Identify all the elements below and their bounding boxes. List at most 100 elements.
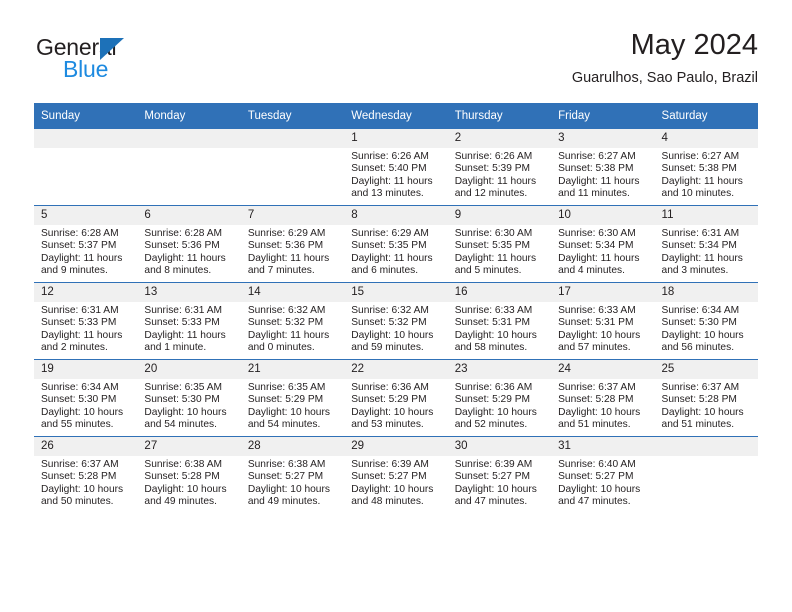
calendar-day-cell[interactable]: 24 Sunrise: 6:37 AM Sunset: 5:28 PM Dayligh… <box>551 359 655 437</box>
day-number: 12 <box>34 283 138 302</box>
day-details: Sunrise: 6:31 AM Sunset: 5:34 PM Daylight:… <box>655 225 758 278</box>
calendar-day-cell[interactable]: 30 Sunrise: 6:39 AM Sunset: 5:27 PM Dayligh… <box>447 436 552 513</box>
day-details: Sunrise: 6:26 AM Sunset: 5:39 PM Daylight:… <box>448 148 551 201</box>
daylight-text-line1: Daylight: 10 hours <box>661 329 744 341</box>
calendar-day-cell[interactable]: 21 Sunrise: 6:35 AM Sunset: 5:29 PM Dayligh… <box>240 359 345 437</box>
daylight-text-line1: Daylight: 10 hours <box>247 406 330 418</box>
calendar-day-cell[interactable]: 9 Sunrise: 6:30 AM Sunset: 5:35 PM Daylight… <box>447 205 552 283</box>
calendar-day-cell[interactable]: 3 Sunrise: 6:27 AM Sunset: 5:38 PM Daylight… <box>551 129 655 206</box>
calendar-day-cell[interactable]: 11 Sunrise: 6:31 AM Sunset: 5:34 PM Dayligh… <box>654 205 758 283</box>
sunrise-text: Sunrise: 6:27 AM <box>558 151 636 162</box>
calendar-day-cell[interactable]: 13 Sunrise: 6:31 AM Sunset: 5:33 PM Dayligh… <box>137 282 241 360</box>
calendar-day-cell[interactable]: 14 Sunrise: 6:32 AM Sunset: 5:32 PM Dayligh… <box>240 282 345 360</box>
day-number: 11 <box>654 206 758 225</box>
day-details: Sunrise: 6:40 AM Sunset: 5:27 PM Daylight:… <box>551 456 654 509</box>
sunrise-text: Sunrise: 6:38 AM <box>247 459 326 470</box>
calendar-day-cell[interactable]: 18 Sunrise: 6:34 AM Sunset: 5:30 PM Dayligh… <box>654 282 758 360</box>
sunset-text: Sunset: 5:29 PM <box>247 394 324 406</box>
calendar-day-cell[interactable]: 25 Sunrise: 6:37 AM Sunset: 5:28 PM Dayligh… <box>654 359 758 437</box>
weekday-header-friday: Friday <box>551 103 655 129</box>
daylight-text-line2: and 11 minutes. <box>558 188 630 200</box>
sunrise-text: Sunrise: 6:39 AM <box>454 459 533 470</box>
sunrise-text: Sunrise: 6:37 AM <box>661 382 740 393</box>
day-number: 18 <box>654 283 758 302</box>
calendar-day-cell[interactable]: 20 Sunrise: 6:35 AM Sunset: 5:30 PM Dayligh… <box>137 359 241 437</box>
sunset-text: Sunset: 5:29 PM <box>454 394 531 406</box>
daylight-text-line2: and 47 minutes. <box>454 496 528 508</box>
calendar-body: 1 Sunrise: 6:26 AM Sunset: 5:40 PM Daylight… <box>34 129 758 513</box>
day-number: 10 <box>551 206 655 225</box>
daylight-text-line2: and 13 minutes. <box>351 188 424 200</box>
calendar-day-cell[interactable]: 19 Sunrise: 6:34 AM Sunset: 5:30 PM Dayligh… <box>34 359 138 437</box>
calendar-week-row: 12 Sunrise: 6:31 AM Sunset: 5:33 PM Dayligh… <box>34 282 758 360</box>
general-blue-logo: General Blue <box>36 34 226 86</box>
sunset-text: Sunset: 5:30 PM <box>41 394 117 406</box>
daylight-text-line2: and 3 minutes. <box>661 265 729 277</box>
calendar-day-cell[interactable]: 4 Sunrise: 6:27 AM Sunset: 5:38 PM Daylight… <box>654 129 758 206</box>
daylight-text-line2: and 55 minutes. <box>41 419 114 431</box>
day-number: 15 <box>344 283 448 302</box>
weekday-header-wednesday: Wednesday <box>344 103 448 129</box>
calendar-day-cell[interactable]: 16 Sunrise: 6:33 AM Sunset: 5:31 PM Dayligh… <box>447 282 552 360</box>
day-details: Sunrise: 6:27 AM Sunset: 5:38 PM Daylight:… <box>551 148 654 201</box>
sunset-text: Sunset: 5:31 PM <box>558 317 634 329</box>
daylight-text-line1: Daylight: 10 hours <box>41 406 124 418</box>
daylight-text-line1: Daylight: 11 hours <box>41 329 123 341</box>
sunrise-text: Sunrise: 6:26 AM <box>351 151 429 162</box>
day-number: 24 <box>551 360 655 379</box>
sunrise-text: Sunrise: 6:31 AM <box>41 305 119 316</box>
sunrise-text: Sunrise: 6:27 AM <box>661 151 740 162</box>
daylight-text-line1: Daylight: 11 hours <box>247 252 330 264</box>
sunrise-text: Sunrise: 6:38 AM <box>144 459 223 470</box>
sunrise-text: Sunrise: 6:40 AM <box>558 459 636 470</box>
calendar-day-cell[interactable]: 26 Sunrise: 6:37 AM Sunset: 5:28 PM Dayligh… <box>34 436 138 513</box>
calendar-day-cell[interactable]: 29 Sunrise: 6:39 AM Sunset: 5:27 PM Dayligh… <box>344 436 448 513</box>
calendar-day-cell[interactable]: 15 Sunrise: 6:32 AM Sunset: 5:32 PM Dayligh… <box>344 282 448 360</box>
calendar-day-cell[interactable]: 31 Sunrise: 6:40 AM Sunset: 5:27 PM Dayligh… <box>551 436 655 513</box>
daylight-text-line2: and 48 minutes. <box>351 496 424 508</box>
day-details: Sunrise: 6:30 AM Sunset: 5:34 PM Daylight:… <box>551 225 654 278</box>
calendar-day-cell[interactable]: 22 Sunrise: 6:36 AM Sunset: 5:29 PM Dayligh… <box>344 359 448 437</box>
sunrise-text: Sunrise: 6:29 AM <box>351 228 429 239</box>
day-details: Sunrise: 6:29 AM Sunset: 5:36 PM Daylight:… <box>241 225 344 278</box>
calendar-day-cell[interactable]: 10 Sunrise: 6:30 AM Sunset: 5:34 PM Dayligh… <box>551 205 655 283</box>
day-number: 22 <box>344 360 448 379</box>
calendar-day-cell[interactable]: 1 Sunrise: 6:26 AM Sunset: 5:40 PM Daylight… <box>344 129 448 206</box>
daylight-text-line1: Daylight: 10 hours <box>558 406 641 418</box>
sunset-text: Sunset: 5:39 PM <box>454 163 531 175</box>
calendar-day-cell[interactable]: 6 Sunrise: 6:28 AM Sunset: 5:36 PM Daylight… <box>137 205 241 283</box>
sunrise-sunset-calendar-table: Sunday Monday Tuesday Wednesday Thursday… <box>34 103 758 513</box>
calendar-day-cell[interactable]: 23 Sunrise: 6:36 AM Sunset: 5:29 PM Dayligh… <box>447 359 552 437</box>
weekday-header-tuesday: Tuesday <box>240 103 345 129</box>
day-details: Sunrise: 6:30 AM Sunset: 5:35 PM Daylight:… <box>448 225 551 278</box>
page-title: May 2024 <box>630 29 758 61</box>
sunset-text: Sunset: 5:28 PM <box>558 394 634 406</box>
day-details: Sunrise: 6:34 AM Sunset: 5:30 PM Daylight:… <box>655 302 758 355</box>
calendar-header-row-group: Sunday Monday Tuesday Wednesday Thursday… <box>34 103 758 129</box>
calendar-day-cell[interactable]: 17 Sunrise: 6:33 AM Sunset: 5:31 PM Dayligh… <box>551 282 655 360</box>
calendar-day-cell[interactable]: 5 Sunrise: 6:28 AM Sunset: 5:37 PM Daylight… <box>34 205 138 283</box>
calendar-day-cell[interactable]: 2 Sunrise: 6:26 AM Sunset: 5:39 PM Daylight… <box>447 129 552 206</box>
daylight-text-line2: and 51 minutes. <box>558 419 631 431</box>
sunset-text: Sunset: 5:27 PM <box>351 471 427 483</box>
calendar-day-cell[interactable]: 12 Sunrise: 6:31 AM Sunset: 5:33 PM Dayligh… <box>34 282 138 360</box>
day-details: Sunrise: 6:33 AM Sunset: 5:31 PM Daylight:… <box>551 302 654 355</box>
calendar-week-row: 1 Sunrise: 6:26 AM Sunset: 5:40 PM Daylight… <box>34 129 758 206</box>
calendar-day-cell[interactable]: 27 Sunrise: 6:38 AM Sunset: 5:28 PM Dayligh… <box>137 436 241 513</box>
day-details: Sunrise: 6:35 AM Sunset: 5:29 PM Daylight:… <box>241 379 344 432</box>
daylight-text-line1: Daylight: 10 hours <box>351 406 434 418</box>
day-number: 3 <box>551 129 655 148</box>
sunrise-text: Sunrise: 6:37 AM <box>41 459 119 470</box>
sunset-text: Sunset: 5:38 PM <box>558 163 634 175</box>
daylight-text-line1: Daylight: 11 hours <box>558 252 640 264</box>
calendar-day-cell[interactable]: 28 Sunrise: 6:38 AM Sunset: 5:27 PM Dayligh… <box>240 436 345 513</box>
weekday-header-row: Sunday Monday Tuesday Wednesday Thursday… <box>34 103 758 129</box>
day-number: 31 <box>551 437 655 456</box>
daylight-text-line2: and 1 minute. <box>144 342 207 354</box>
daylight-text-line2: and 52 minutes. <box>454 419 528 431</box>
daylight-text-line2: and 12 minutes. <box>454 188 528 200</box>
day-details: Sunrise: 6:27 AM Sunset: 5:38 PM Daylight:… <box>655 148 758 201</box>
calendar-day-cell[interactable]: 7 Sunrise: 6:29 AM Sunset: 5:36 PM Daylight… <box>240 205 345 283</box>
sunset-text: Sunset: 5:28 PM <box>661 394 737 406</box>
calendar-day-cell[interactable]: 8 Sunrise: 6:29 AM Sunset: 5:35 PM Daylight… <box>344 205 448 283</box>
